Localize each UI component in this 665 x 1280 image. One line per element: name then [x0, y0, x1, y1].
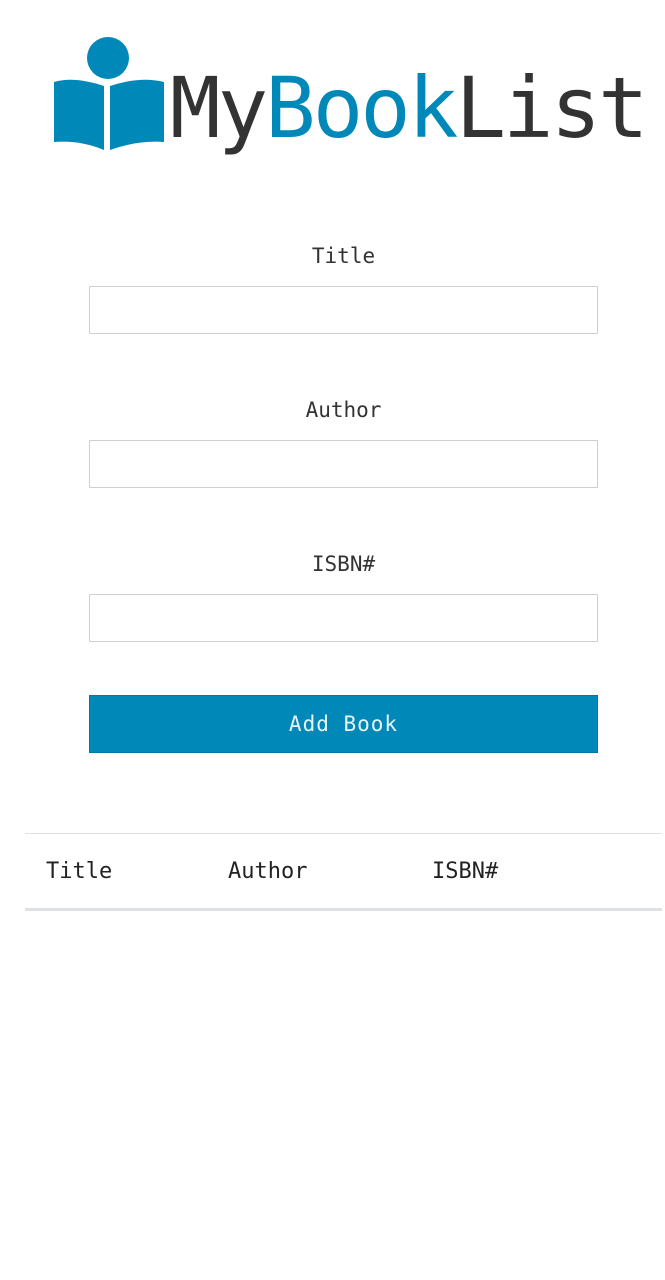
title-field-group: Title [89, 238, 598, 334]
author-field-group: Author [89, 392, 598, 488]
logo-wordmark: MyBookList [170, 58, 649, 158]
logo-text-book: Book [265, 59, 458, 157]
author-input[interactable] [89, 440, 598, 488]
column-header-author: Author [228, 858, 308, 884]
table-header: Title Author ISBN# [25, 833, 662, 910]
isbn-field-group: ISBN# [89, 546, 598, 642]
add-book-button[interactable]: Add Book [89, 695, 598, 753]
brand-logo: MyBookList [50, 36, 649, 160]
title-label: Title [311, 244, 376, 268]
logo-text-my: My [170, 59, 268, 157]
author-label: Author [305, 398, 382, 422]
logo-text-list: List [455, 59, 648, 157]
book-reader-icon [54, 37, 164, 150]
isbn-label: ISBN# [311, 552, 376, 576]
book-list-table: Title Author ISBN# [25, 833, 662, 911]
column-header-title: Title [46, 858, 113, 884]
add-book-form: Title Author ISBN# [89, 238, 598, 642]
table-header-row: Title Author ISBN# [25, 833, 662, 910]
title-input[interactable] [89, 286, 598, 334]
isbn-input[interactable] [89, 594, 598, 642]
column-header-isbn: ISBN# [432, 858, 499, 884]
